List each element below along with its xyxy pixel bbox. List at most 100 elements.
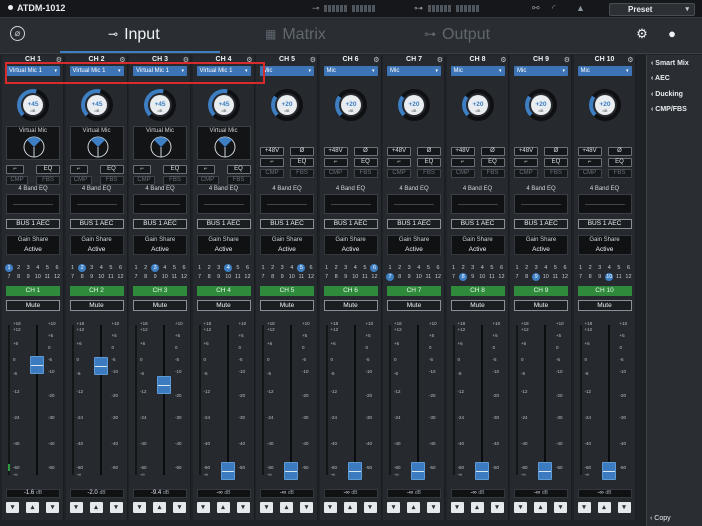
group-number[interactable]: 1 [132, 264, 140, 272]
group-number[interactable]: 4 [605, 264, 613, 272]
channel-fader[interactable]: +18 +12 +6 0 -6 -12 -24 -40 -60 -∞ +10 +5 0 -5 -10 -20 -… [256, 317, 318, 485]
group-number[interactable]: 12 [497, 273, 505, 281]
cmp-button[interactable]: CMP [69, 176, 92, 185]
bus-aec-button[interactable]: BUS 1 AEC [6, 219, 60, 229]
group-number[interactable]: 11 [107, 273, 115, 281]
gain-share-box[interactable]: Gain Share Active [514, 235, 568, 255]
gain-knob[interactable]: +20 dB [334, 88, 368, 122]
cmp-button[interactable]: CMP [260, 169, 284, 178]
bus-aec-button[interactable]: BUS 1 AEC [133, 219, 187, 229]
group-number[interactable]: 12 [434, 273, 442, 281]
group-number[interactable]: 11 [297, 273, 305, 281]
gain-share-box[interactable]: Gain Share Active [133, 235, 187, 255]
fader-down-button[interactable]: ▾ [133, 502, 146, 513]
fader-level-readout[interactable]: -9.4 dB [133, 489, 187, 498]
virtual-mic-display[interactable]: Virtual Mic [69, 126, 124, 160]
group-number[interactable]: 8 [586, 273, 594, 281]
eq-curve-display[interactable] [196, 194, 251, 214]
copy-button[interactable]: ‹ Copy [650, 515, 671, 522]
group-number[interactable]: 1 [386, 264, 394, 272]
group-number[interactable]: 12 [307, 273, 315, 281]
cmp-button[interactable]: CMP [387, 169, 411, 178]
group-number[interactable]: 12 [116, 273, 124, 281]
channel-fader[interactable]: +18 +12 +6 0 -6 -12 -24 -40 -60 -∞ +10 +5 0 -5 -10 -20 -… [129, 317, 191, 485]
fader-level-readout[interactable]: -∞ dB [387, 489, 441, 498]
group-number[interactable]: 5 [107, 264, 115, 272]
group-number[interactable]: 10 [161, 273, 169, 281]
input-source-select[interactable]: Mic ▾ [323, 66, 378, 76]
channel-fader[interactable]: +18 +12 +6 0 -6 -12 -24 -40 -60 -∞ +10 +5 0 -5 -10 -20 -… [320, 317, 382, 485]
group-number[interactable]: 5 [551, 264, 559, 272]
group-number[interactable]: 1 [450, 264, 458, 272]
cmp-button[interactable]: CMP [6, 176, 28, 185]
group-number[interactable]: 3 [342, 264, 350, 272]
fbs-button[interactable]: FBS [99, 176, 124, 185]
settings-gear-icon[interactable]: ⚙ [634, 26, 650, 42]
channel-name[interactable]: CH 9 [514, 286, 568, 296]
group-number[interactable]: 7 [69, 273, 77, 281]
group-number[interactable]: 11 [234, 273, 242, 281]
phase-invert-button[interactable]: Ø [353, 147, 378, 156]
channel-name[interactable]: CH 3 [133, 286, 187, 296]
fader-down-button[interactable]: ▾ [323, 502, 337, 513]
group-number[interactable]: 2 [142, 264, 150, 272]
group-number[interactable]: 8 [205, 273, 213, 281]
group-number[interactable]: 5 [170, 264, 178, 272]
fader-down-button[interactable]: ▾ [6, 502, 19, 513]
fader-handle[interactable] [284, 462, 298, 480]
channel-fader[interactable]: +18 +12 +6 0 -6 -12 -24 -40 -60 -∞ +10 +5 0 -5 -10 -20 -… [510, 317, 572, 485]
group-number[interactable]: 10 [351, 273, 359, 281]
fader-handle[interactable] [30, 355, 44, 374]
fader-handle[interactable] [220, 462, 235, 480]
input-source-select[interactable]: Mic ▾ [387, 66, 441, 76]
hpf-button[interactable]: ⌐ [6, 165, 24, 174]
group-number[interactable]: 11 [488, 273, 496, 281]
group-number[interactable]: 10 [224, 273, 232, 281]
gain-share-box[interactable]: Gain Share Active [387, 235, 441, 255]
bus-aec-button[interactable]: BUS 1 AEC [387, 219, 441, 229]
group-number[interactable]: 7 [132, 273, 140, 281]
fader-fine-button[interactable]: ▾ [617, 502, 631, 513]
group-number[interactable]: 2 [332, 264, 340, 272]
group-number[interactable]: 4 [161, 264, 169, 272]
group-number[interactable]: 12 [243, 273, 251, 281]
group-number[interactable]: 9 [532, 273, 541, 281]
gain-share-box[interactable]: Gain Share Active [323, 235, 378, 255]
channel-name[interactable]: CH 7 [387, 286, 441, 296]
group-number[interactable]: 1 [323, 264, 331, 272]
channel-name[interactable]: CH 8 [450, 286, 505, 296]
group-number[interactable]: 7 [259, 273, 267, 281]
fader-fine-button[interactable]: ▾ [554, 502, 567, 513]
fader-down-button[interactable]: ▾ [387, 502, 400, 513]
gain-knob[interactable]: +45 dB [16, 88, 50, 122]
group-number[interactable]: 7 [577, 273, 585, 281]
phase-invert-button[interactable]: Ø [480, 147, 505, 156]
fader-up-button[interactable]: ▴ [343, 502, 357, 513]
fader-level-readout[interactable]: -∞ dB [260, 489, 314, 498]
hpf-button[interactable]: ⌐ [196, 165, 215, 174]
channel-settings-gear-icon[interactable]: ⚙ [500, 56, 506, 66]
fader-handle[interactable] [347, 462, 362, 480]
group-number[interactable]: 3 [596, 264, 604, 272]
bus-aec-button[interactable]: BUS 1 AEC [323, 219, 378, 229]
group-number[interactable]: 10 [97, 273, 105, 281]
fader-fine-button[interactable]: ▾ [363, 502, 377, 513]
hpf-button[interactable]: ⌐ [450, 158, 475, 167]
channel-name[interactable]: CH 10 [577, 286, 632, 296]
fader-handle[interactable] [474, 462, 489, 480]
gain-knob[interactable]: +45 dB [207, 88, 241, 122]
fader-level-readout[interactable]: -1.6 dB [6, 489, 60, 498]
signal-icon[interactable]: ◜ [552, 3, 556, 14]
mute-button[interactable]: Mute [323, 300, 378, 311]
input-source-select[interactable]: Mic ▾ [577, 66, 632, 76]
group-number[interactable]: 5 [43, 264, 51, 272]
phantom-power-button[interactable]: +48V [514, 147, 538, 156]
fader-level-readout[interactable]: -∞ dB [323, 489, 378, 498]
group-number[interactable]: 1 [5, 264, 13, 272]
phantom-power-button[interactable]: +48V [323, 147, 348, 156]
eq-curve-display[interactable] [6, 194, 60, 214]
group-number[interactable]: 11 [361, 273, 369, 281]
group-number[interactable]: 9 [342, 273, 350, 281]
fader-fine-button[interactable]: ▾ [46, 502, 59, 513]
group-number[interactable]: 7 [386, 273, 394, 281]
